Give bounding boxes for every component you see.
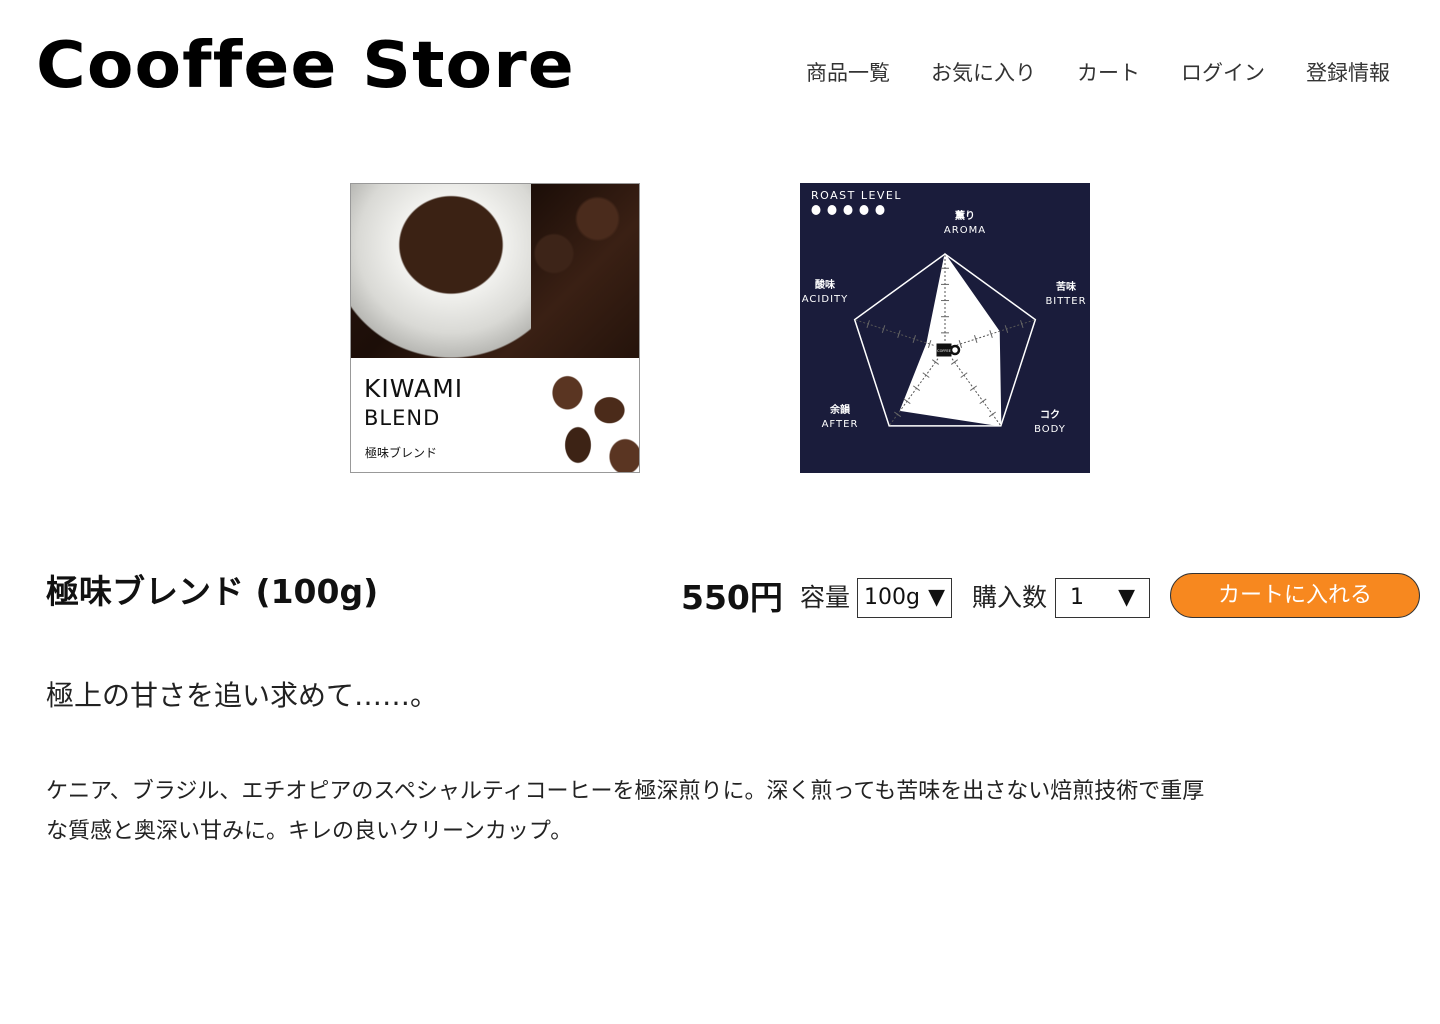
product-description: ケニア、ブラジル、エチオピアのスペシャルティコーヒーを極深煎りに。深く煎っても苦… bbox=[46, 779, 1205, 844]
roast-bean-icon bbox=[843, 205, 853, 215]
radar-label-ja: 酸味 bbox=[815, 278, 835, 291]
dropdown-arrow-icon: ▼ bbox=[928, 585, 945, 610]
radar-label-ja: 薫り bbox=[955, 209, 975, 222]
radar-label-ja: 余韻 bbox=[829, 403, 851, 416]
roast-level-dots bbox=[811, 205, 885, 215]
roast-bean-icon bbox=[811, 205, 821, 215]
radar-value-area bbox=[899, 252, 1002, 427]
radar-label-ja: コク bbox=[1040, 409, 1060, 421]
product-image: KIWAMI BLEND 極味ブレンド bbox=[350, 183, 640, 473]
roast-bean-icon bbox=[827, 205, 837, 215]
product-image-title-line2: BLEND bbox=[364, 406, 441, 430]
radar-tick bbox=[894, 411, 902, 418]
nav-item-account-info[interactable]: 登録情報 bbox=[1306, 58, 1390, 88]
product-image-title-ja: 極味ブレンド bbox=[365, 446, 438, 460]
nav-item-products[interactable]: 商品一覧 bbox=[806, 58, 890, 88]
radar-chart-svg: ROAST LEVEL 薫り AROMA 苦味 BITTER コク BODY 余韻 AFTER… bbox=[802, 189, 1086, 435]
capacity-select[interactable]: 100g ▼ bbox=[857, 578, 952, 618]
roast-bean-icon bbox=[859, 205, 869, 215]
radar-label-ja: 苦味 bbox=[1056, 280, 1076, 293]
nav-item-login[interactable]: ログイン bbox=[1181, 58, 1265, 88]
product-name: 極味ブレンド (100g) bbox=[46, 572, 379, 611]
radar-label-en: BODY bbox=[1034, 424, 1066, 435]
product-price: 550円 bbox=[681, 578, 783, 617]
roast-bean-icon bbox=[875, 205, 885, 215]
radar-label-en: ACIDITY bbox=[802, 294, 848, 305]
quantity-label: 購入数 bbox=[972, 583, 1048, 612]
radar-label-en: BITTER bbox=[1045, 296, 1086, 307]
add-to-cart-button[interactable]: カートに入れる bbox=[1170, 573, 1420, 618]
capacity-label: 容量 bbox=[800, 583, 851, 612]
dropdown-arrow-icon: ▼ bbox=[1118, 585, 1135, 610]
roast-level-label: ROAST LEVEL bbox=[811, 189, 902, 202]
radar-label-en: AFTER bbox=[822, 419, 859, 430]
nav-item-cart[interactable]: カート bbox=[1077, 58, 1140, 88]
coffee-cup-photo bbox=[351, 184, 531, 358]
main-nav: 商品一覧 お気に入り カート ログイン 登録情報 bbox=[806, 58, 1390, 88]
flavor-radar-chart: ROAST LEVEL 薫り AROMA 苦味 BITTER コク BODY 余韻 AFTER… bbox=[800, 183, 1090, 473]
nav-item-favorites[interactable]: お気に入り bbox=[931, 58, 1036, 88]
cup-label: COFFEE bbox=[937, 349, 951, 353]
quantity-value: 1 bbox=[1070, 585, 1084, 610]
store-logo[interactable]: Cooffee Store bbox=[36, 26, 575, 106]
product-image-title-line1: KIWAMI bbox=[364, 374, 464, 403]
capacity-value: 100g bbox=[864, 585, 920, 610]
coffee-beans-corner-photo bbox=[536, 358, 639, 472]
product-catchphrase: 極上の甘さを追い求めて……。 bbox=[46, 679, 439, 712]
quantity-select[interactable]: 1 ▼ bbox=[1055, 578, 1150, 618]
radar-label-en: AROMA bbox=[944, 225, 986, 236]
